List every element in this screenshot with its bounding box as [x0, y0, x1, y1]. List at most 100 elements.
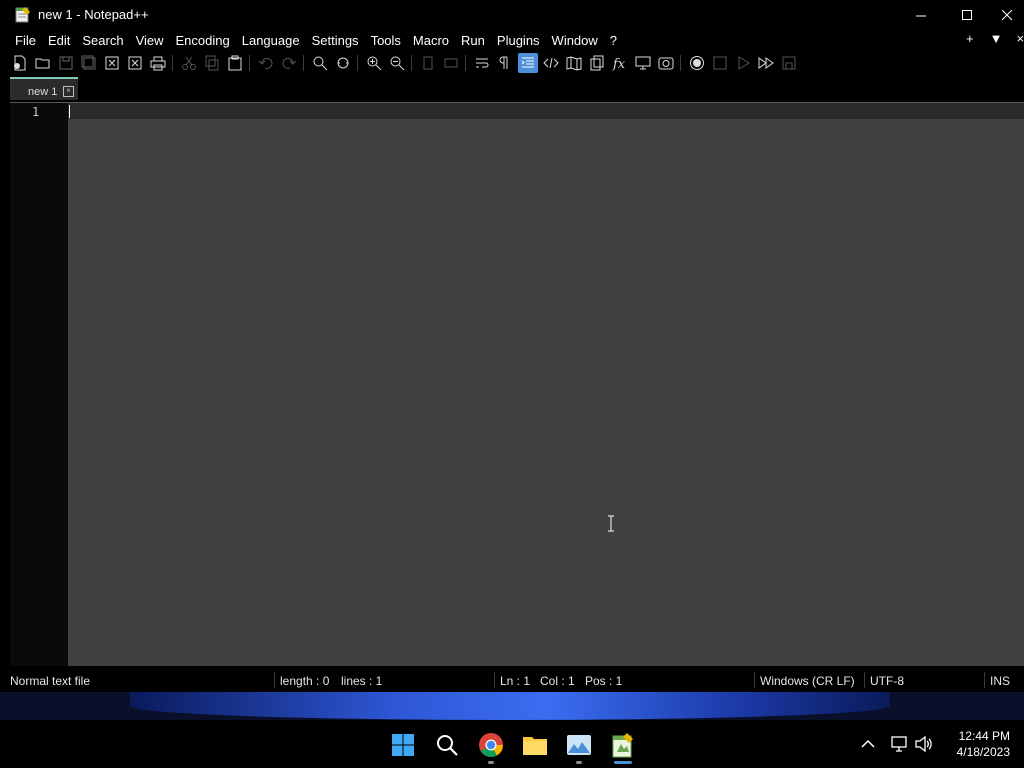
user-defined-language-button[interactable] — [541, 53, 561, 73]
menu-plugins[interactable]: Plugins — [491, 32, 546, 49]
network-button[interactable] — [890, 734, 910, 754]
file-explorer-icon — [523, 737, 547, 755]
document-list-button[interactable] — [587, 53, 607, 73]
notepadpp-active-indicator — [614, 761, 632, 764]
svg-text:fx: fx — [612, 57, 626, 71]
status-encoding[interactable]: UTF-8 — [870, 674, 904, 688]
menu-run[interactable]: Run — [455, 32, 491, 49]
close-file-button[interactable] — [102, 53, 122, 73]
save-macro-button[interactable] — [779, 53, 799, 73]
menu-window[interactable]: Window — [546, 32, 604, 49]
taskbar-search-button[interactable] — [430, 728, 464, 762]
camera-icon — [658, 57, 674, 70]
close-button[interactable] — [990, 0, 1024, 30]
line-number-gutter: 1 — [10, 103, 68, 666]
redo-button[interactable] — [279, 53, 299, 73]
find-button[interactable] — [310, 53, 330, 73]
menu-search[interactable]: Search — [76, 32, 129, 49]
menu-macro[interactable]: Macro — [407, 32, 455, 49]
menu-tools[interactable]: Tools — [365, 32, 407, 49]
new-tab-button[interactable]: + — [966, 31, 974, 46]
map-icon — [566, 56, 582, 71]
taskbar-clock-time[interactable]: 12:44 PM — [930, 729, 1010, 743]
document-map-button[interactable] — [564, 53, 584, 73]
sync-vertical-button[interactable] — [418, 53, 438, 73]
run-macro-multiple-button[interactable] — [756, 53, 776, 73]
taskbar — [0, 720, 1024, 768]
menu-settings[interactable]: Settings — [306, 32, 365, 49]
text-caret — [69, 105, 70, 118]
show-hidden-icons-button[interactable] — [858, 734, 878, 754]
function-icon: fx — [612, 57, 626, 71]
chrome-running-indicator — [488, 761, 494, 764]
text-editor[interactable]: 1 — [10, 102, 1024, 666]
zoom-in-button[interactable] — [364, 53, 384, 73]
show-all-chars-button[interactable] — [495, 53, 515, 73]
zoom-out-icon — [390, 56, 405, 71]
taskbar-chrome[interactable] — [474, 728, 508, 762]
tab-list-dropdown[interactable]: ▼ — [990, 31, 1003, 46]
notepadpp-app-icon[interactable] — [15, 6, 31, 23]
monitoring-button[interactable] — [656, 53, 676, 73]
minimize-icon — [915, 15, 926, 16]
code-tag-icon — [543, 57, 559, 69]
tab-bar: new 1 × — [0, 75, 1024, 102]
line-number: 1 — [32, 105, 40, 119]
status-lines: lines : 1 — [341, 674, 383, 688]
menu-view[interactable]: View — [130, 32, 170, 49]
photos-running-indicator — [576, 761, 582, 764]
close-all-icon — [128, 56, 142, 70]
stop-recording-button[interactable] — [710, 53, 730, 73]
cut-button[interactable] — [179, 53, 199, 73]
new-file-button[interactable] — [10, 53, 30, 73]
undo-button[interactable] — [256, 53, 276, 73]
replace-button[interactable] — [333, 53, 353, 73]
save-all-icon — [81, 55, 96, 70]
menu-file[interactable]: File — [9, 32, 42, 49]
menu-encoding[interactable]: Encoding — [170, 32, 236, 49]
folder-as-workspace-button[interactable] — [633, 53, 653, 73]
start-button[interactable] — [386, 728, 420, 762]
save-button[interactable] — [56, 53, 76, 73]
zoom-out-button[interactable] — [387, 53, 407, 73]
document-list-icon — [590, 55, 604, 71]
word-wrap-icon — [476, 58, 489, 68]
paste-button[interactable] — [225, 53, 245, 73]
status-eol[interactable]: Windows (CR LF) — [760, 674, 855, 688]
print-button[interactable] — [148, 53, 168, 73]
save-icon — [59, 56, 73, 70]
menu-edit[interactable]: Edit — [42, 32, 76, 49]
fast-forward-icon — [758, 57, 774, 69]
taskbar-notepadpp[interactable] — [606, 728, 640, 762]
copy-button[interactable] — [202, 53, 222, 73]
minimize-button[interactable] — [898, 0, 944, 30]
save-all-button[interactable] — [79, 53, 99, 73]
menu-bar: File Edit Search View Encoding Language … — [0, 30, 1024, 51]
status-length: length : 0 — [280, 674, 330, 688]
maximize-button[interactable] — [944, 0, 990, 30]
search-icon — [437, 735, 458, 756]
menu-language[interactable]: Language — [236, 32, 306, 49]
tab-new-1[interactable]: new 1 × — [10, 77, 78, 100]
title-bar: new 1 - Notepad++ — [0, 0, 1024, 30]
word-wrap-button[interactable] — [472, 53, 492, 73]
copy-icon — [205, 55, 219, 71]
print-icon — [150, 56, 166, 71]
close-document-button[interactable]: × — [1016, 31, 1024, 46]
menu-help[interactable]: ? — [604, 32, 623, 49]
taskbar-clock-date[interactable]: 4/18/2023 — [930, 745, 1010, 759]
tab-close-icon[interactable]: × — [63, 86, 74, 97]
window-title: new 1 - Notepad++ — [38, 7, 149, 22]
status-insert-mode[interactable]: INS — [990, 674, 1010, 688]
start-recording-button[interactable] — [687, 53, 707, 73]
close-all-button[interactable] — [125, 53, 145, 73]
status-bar: Normal text file length : 0 lines : 1 Ln… — [10, 666, 1024, 692]
playback-button[interactable] — [733, 53, 753, 73]
save-macro-icon — [782, 56, 796, 70]
sync-horizontal-button[interactable] — [441, 53, 461, 73]
indent-guide-button[interactable] — [518, 53, 538, 73]
function-list-button[interactable]: fx — [610, 53, 630, 73]
open-file-button[interactable] — [33, 53, 53, 73]
taskbar-photos[interactable] — [562, 728, 596, 762]
taskbar-file-explorer[interactable] — [518, 728, 552, 762]
